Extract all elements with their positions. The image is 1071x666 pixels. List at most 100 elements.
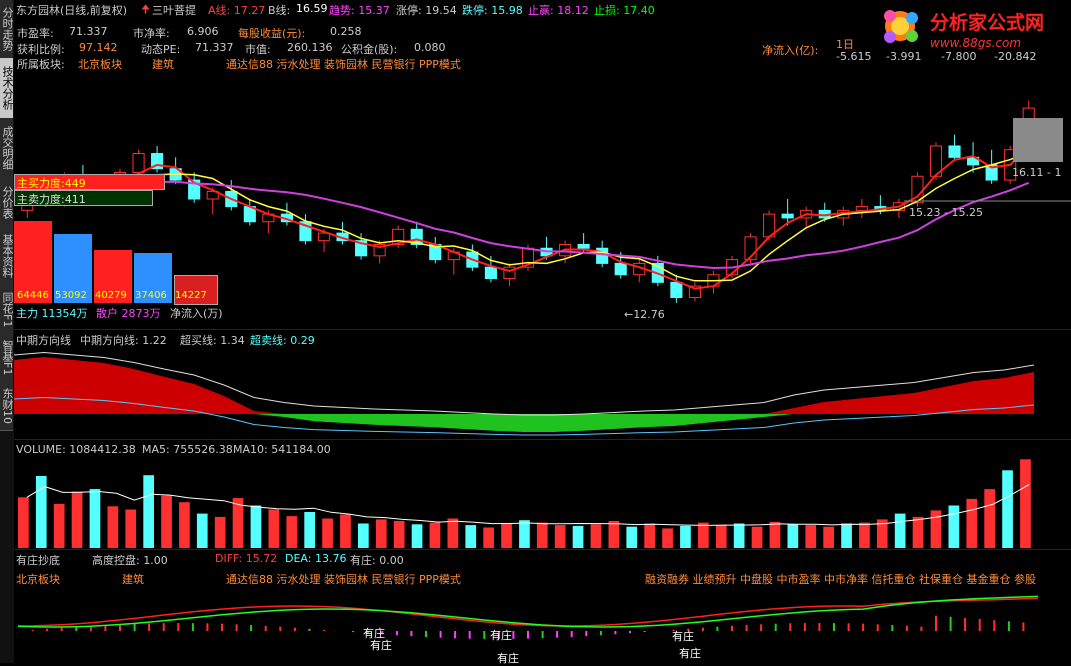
volume-bar (1002, 470, 1013, 548)
volume-bar (662, 528, 673, 548)
tab-zhiji-f1[interactable]: 智基F1 (0, 334, 13, 383)
volume-bar (429, 522, 441, 548)
net-inflow-value-1: -5.615 (836, 50, 872, 63)
dynamic-pe-label: 动态PE: (141, 43, 181, 56)
buy-force-bar: 主买力度:449 (14, 174, 165, 190)
volume-bar (358, 523, 369, 548)
volume-bar (680, 525, 691, 548)
bottom-panel-name: 有庄抄底 (16, 554, 60, 567)
bottom-tag-list: 融资融券 业绩预升 中盘股 中市盈率 中市净率 信托重仓 社保重仓 基金重仓 参… (645, 573, 1036, 586)
profit-ratio-value: 97.142 (79, 41, 118, 54)
limit-up-value: 涨停: 19.54 (396, 4, 457, 17)
market-value: 260.136 (287, 41, 333, 54)
volume-bar (733, 523, 745, 548)
volume-bar (304, 512, 315, 548)
volume-bar (375, 519, 387, 548)
dealer-value: 有庄: 0.00 (350, 554, 404, 567)
volume-chart (18, 459, 1031, 548)
volume-bar (590, 524, 602, 548)
sell-force-label: 主卖力度:411 (17, 193, 86, 206)
dealer-marker-4: 有庄 (497, 652, 519, 665)
volume-bar (286, 516, 298, 548)
net-inflow-title: 净流入(亿): (762, 44, 819, 57)
dealer-marker-3: 有庄 (490, 629, 512, 642)
volume-bar (859, 522, 870, 548)
reserve-value: 0.080 (414, 41, 446, 54)
volume-bar (89, 489, 101, 548)
eps-label: 每股收益(元): (238, 27, 306, 40)
volume-bar (966, 498, 978, 548)
pb-value: 6.906 (187, 25, 219, 38)
net-flow-label: 净流入(万) (170, 307, 223, 320)
eps-value: 0.258 (330, 25, 362, 38)
tab-tonghua-f1[interactable]: 同花F1 (0, 286, 13, 335)
dynamic-pe-value: 71.337 (195, 41, 234, 54)
panel-divider-1 (14, 329, 1071, 330)
up-arrow-icon: 🠉 (141, 3, 151, 16)
volume-bar (805, 525, 817, 548)
panel-divider-3 (14, 549, 1071, 550)
stock-title: 东方园林(日线,前复权) (16, 4, 128, 17)
trend-value: 趋势: 15.37 (329, 4, 390, 17)
bottom-sector-2[interactable]: 建筑 (122, 571, 144, 587)
take-profit-value: 止赢: 18.12 (528, 4, 589, 17)
tab-intraday[interactable]: 分时走势 (0, 0, 13, 59)
force-bar-5-value: 14227 (175, 290, 207, 301)
candle-body (670, 281, 683, 298)
force-bar-1-value: 64446 (17, 290, 49, 301)
volume-bar (465, 525, 477, 548)
candlestick-chart (21, 100, 1071, 303)
retail-value: 散户 2873万 (96, 307, 161, 320)
volume-bar (196, 513, 208, 548)
profit-ratio-label: 获利比例: (17, 43, 65, 56)
tab-dongcai-10[interactable]: 东财10 (0, 382, 13, 431)
candle-body (577, 243, 590, 249)
candle-body (132, 153, 145, 173)
candle-body (781, 213, 794, 219)
volume-ma5: MA5: 755526.38 (142, 443, 233, 456)
volume-bar (626, 526, 638, 548)
tab-price-table[interactable]: 分价表 (0, 178, 13, 227)
volume-bar (572, 525, 584, 548)
volume-bar (143, 475, 154, 548)
stop-loss-value: 止损: 17.40 (594, 4, 655, 17)
tab-basic-info[interactable]: 基本资料 (0, 226, 13, 287)
sell-force-bar: 主卖力度:411 (14, 190, 153, 206)
volume-bar (268, 509, 280, 548)
volume-bar (948, 505, 960, 548)
pb-label: 市净率: (133, 27, 170, 40)
logo-text: 分析家公式网 (930, 12, 1045, 34)
tab-trade-details[interactable]: 成交明细 (0, 118, 13, 179)
b-line-value: 16.59 (296, 2, 328, 15)
volume-bar (71, 491, 83, 548)
volume-bar (125, 509, 137, 548)
diff-value: DIFF: 15.72 (215, 552, 278, 565)
volume-bar (715, 525, 727, 548)
tab-technical-analysis[interactable]: 技术分析 (0, 58, 13, 119)
pe-value: 71.337 (69, 25, 108, 38)
volume-bar (751, 526, 763, 548)
volume-bar (411, 524, 423, 548)
reserve-label: 公积金(股): (341, 43, 398, 56)
volume-bar (501, 523, 512, 548)
volume-bar (608, 521, 620, 548)
volume-bar (161, 495, 172, 548)
volume-bar (18, 497, 29, 548)
low-price-marker: ←12.76 (624, 308, 665, 321)
volume-bar (447, 518, 459, 548)
a-line-value: A线: 17.27 (208, 4, 266, 17)
force-bar-3-value: 40279 (95, 290, 127, 301)
candle-body (484, 266, 497, 280)
volume-bar (179, 502, 190, 548)
bottom-sector-1[interactable]: 北京板块 (16, 571, 60, 587)
dea-value: DEA: 13.76 (285, 552, 347, 565)
volume-bar (519, 520, 530, 548)
volume-bar (53, 503, 65, 548)
volume-value: VOLUME: 1084412.38 (16, 443, 136, 456)
volume-bar (107, 506, 119, 548)
volume-bar (322, 518, 333, 548)
volume-bar (214, 516, 226, 548)
dealer-marker-5: 有庄 (672, 630, 694, 643)
volume-ma5-line (26, 484, 1030, 526)
mid-term-direction-chart (14, 351, 1035, 436)
